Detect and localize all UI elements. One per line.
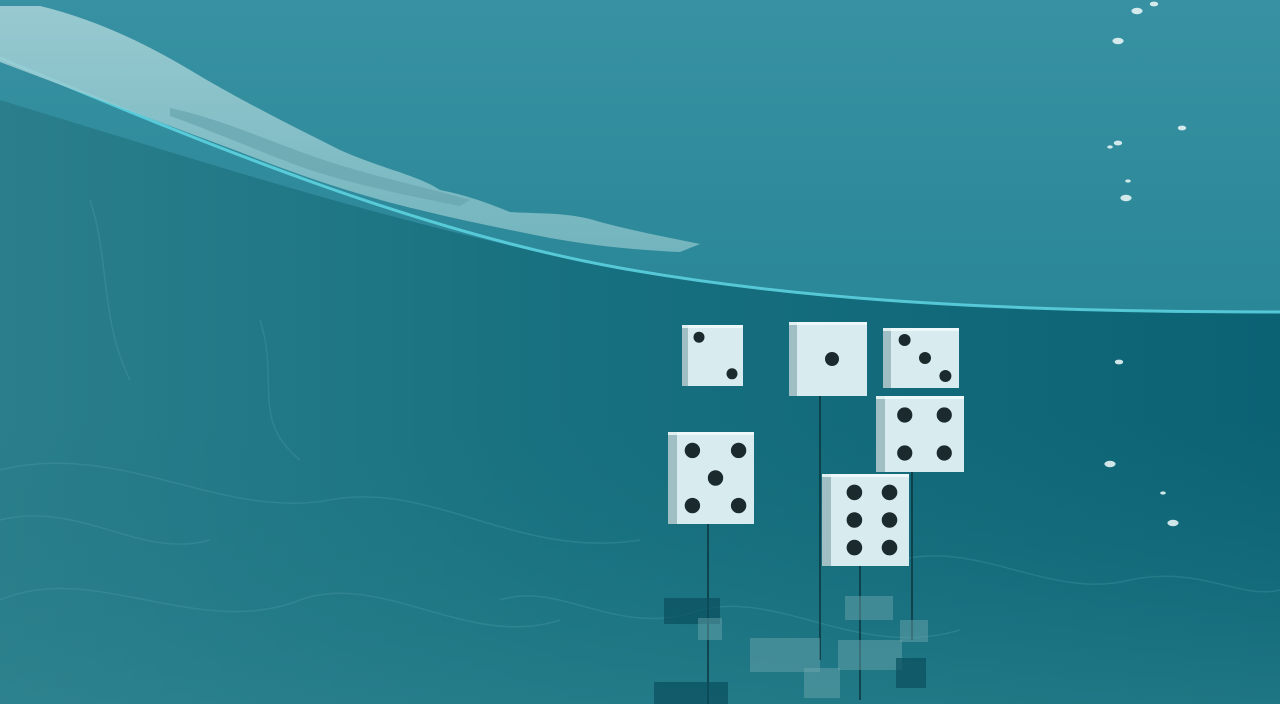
die-four-pip bbox=[936, 407, 952, 423]
bubble bbox=[1107, 145, 1113, 149]
die-six-pip bbox=[846, 539, 863, 556]
die-one-top-edge bbox=[789, 322, 867, 325]
underwater-scene bbox=[0, 0, 1280, 704]
die-four-face bbox=[885, 396, 964, 472]
bubble bbox=[1131, 7, 1143, 15]
seabed-block bbox=[654, 682, 728, 704]
seabed-block bbox=[896, 658, 926, 688]
die-one-pip bbox=[825, 352, 839, 366]
die-six-pip bbox=[846, 512, 863, 528]
die-two bbox=[682, 325, 743, 386]
die-four-side bbox=[876, 396, 885, 472]
die-two-pip bbox=[726, 368, 738, 380]
die-five-top-edge bbox=[668, 432, 754, 435]
die-five-pip bbox=[707, 470, 724, 486]
seabed-block bbox=[838, 640, 902, 670]
die-four bbox=[876, 396, 964, 472]
die-three-pip bbox=[939, 370, 952, 382]
seabed-block bbox=[698, 618, 722, 640]
seabed-block bbox=[900, 620, 928, 642]
die-six-pip bbox=[881, 539, 898, 556]
die-six-side bbox=[822, 474, 831, 566]
die-six-pip bbox=[881, 512, 898, 528]
die-six bbox=[822, 474, 909, 566]
seabed-block bbox=[804, 668, 840, 698]
die-five bbox=[668, 432, 754, 524]
die-one-side bbox=[789, 322, 797, 396]
bubble bbox=[1114, 359, 1124, 365]
seabed-haze bbox=[0, 420, 1280, 704]
die-four-pip bbox=[936, 445, 952, 461]
die-six-pip bbox=[846, 484, 863, 501]
bubble bbox=[1160, 491, 1166, 495]
bubble bbox=[1125, 179, 1131, 183]
die-three bbox=[883, 328, 959, 388]
die-five-side bbox=[668, 432, 677, 524]
bubble bbox=[1104, 460, 1116, 468]
bubble bbox=[1167, 519, 1179, 527]
seabed-block bbox=[845, 596, 893, 620]
die-two-pip bbox=[693, 331, 705, 343]
die-six-pip bbox=[881, 484, 898, 501]
bubble bbox=[1113, 140, 1123, 146]
bubble bbox=[1149, 1, 1159, 7]
die-three-top-edge bbox=[883, 328, 959, 331]
seabed-block bbox=[750, 638, 820, 672]
die-five-pip bbox=[684, 497, 701, 514]
die-three-pip bbox=[919, 352, 931, 364]
die-two-side bbox=[682, 325, 688, 386]
die-five-pip bbox=[730, 442, 747, 459]
bubble bbox=[1120, 194, 1132, 202]
die-five-pip bbox=[730, 497, 747, 514]
die-two-top-edge bbox=[682, 325, 743, 328]
die-four-pip bbox=[897, 445, 913, 461]
die-three-pip bbox=[898, 334, 911, 346]
die-three-side bbox=[883, 328, 891, 388]
die-four-top-edge bbox=[876, 396, 964, 399]
bubble bbox=[1177, 125, 1187, 131]
die-six-top-edge bbox=[822, 474, 909, 477]
bubble bbox=[1112, 37, 1124, 45]
die-five-pip bbox=[684, 442, 701, 459]
die-one bbox=[789, 322, 867, 396]
die-four-pip bbox=[897, 407, 913, 423]
